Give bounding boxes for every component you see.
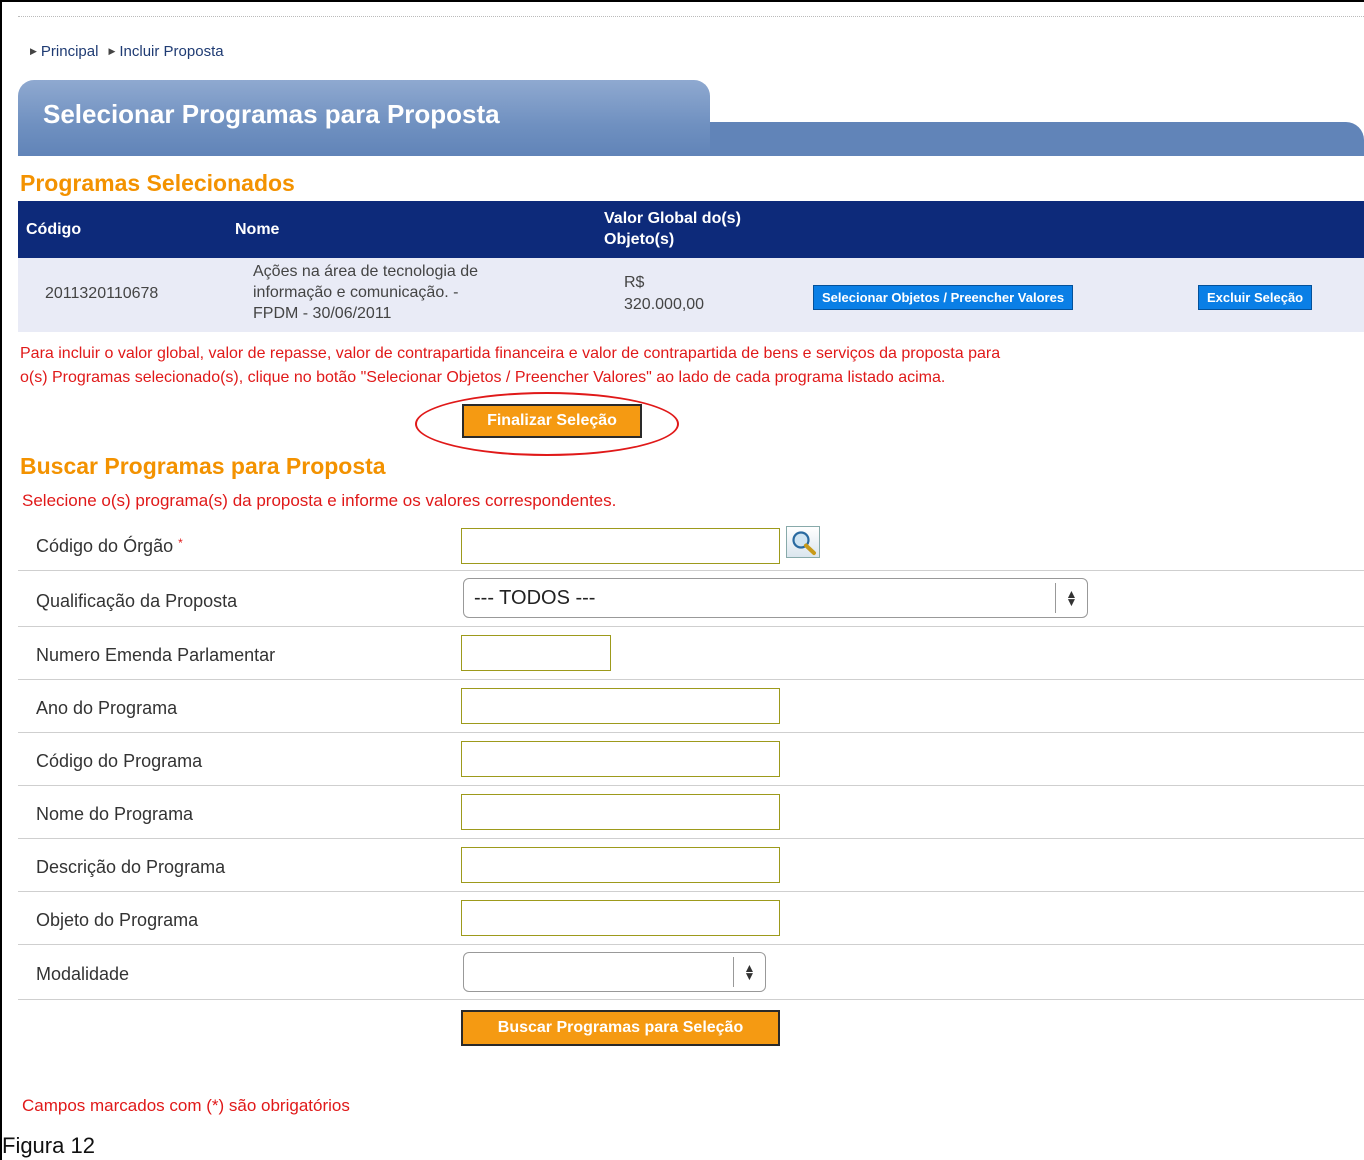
header-valor-2: Objeto(s) xyxy=(604,231,675,248)
label-descricao: Descrição do Programa xyxy=(36,857,226,877)
row-valor: R$ 320.000,00 xyxy=(624,272,704,316)
modalidade-select[interactable]: ▲ ▼ xyxy=(463,952,766,992)
row-nome: Ações na área de tecnologia de informaçã… xyxy=(253,261,478,324)
header-codigo: Código xyxy=(26,221,82,238)
select-arrows-icon: ▲ ▼ xyxy=(733,957,765,987)
label-modalidade: Modalidade xyxy=(36,964,130,984)
label-orgao: Código do Órgão * xyxy=(36,536,183,557)
breadcrumb: ▶ Principal ▶ Incluir Proposta xyxy=(30,43,224,60)
selected-programs-table: Código Nome Valor Global do(s) Objeto(s)… xyxy=(18,201,1364,332)
objeto-input[interactable] xyxy=(461,900,780,936)
qualificacao-value: --- TODOS --- xyxy=(474,586,596,609)
form-row-ano: Ano do Programa xyxy=(18,680,1364,733)
codigo-input[interactable] xyxy=(461,741,780,777)
search-icon[interactable] xyxy=(786,526,820,558)
form-row-nome: Nome do Programa xyxy=(18,786,1364,839)
form-row-modalidade: Modalidade ▲ ▼ xyxy=(18,945,1364,1000)
finalize-selection-button[interactable]: Finalizar Seleção xyxy=(462,404,642,438)
row-valor-line: 320.000,00 xyxy=(624,296,705,313)
label-text: Código do Órgão xyxy=(36,536,174,556)
search-subtitle: Selecione o(s) programa(s) da proposta e… xyxy=(22,491,617,510)
label-emenda: Numero Emenda Parlamentar xyxy=(36,645,276,665)
select-objects-button[interactable]: Selecionar Objetos / Preencher Valores xyxy=(813,285,1074,310)
descricao-input[interactable] xyxy=(461,847,780,883)
search-programs-button[interactable]: Buscar Programas para Seleção xyxy=(461,1010,780,1046)
form-row-descricao: Descrição do Programa xyxy=(18,839,1364,892)
figure-caption: Figura 12 xyxy=(2,1133,95,1158)
required-mark: * xyxy=(178,536,183,550)
search-programs-title: Buscar Programas para Proposta xyxy=(20,453,386,479)
table-row: 2011320110678 Ações na área de tecnologi… xyxy=(18,258,1364,332)
emenda-input[interactable] xyxy=(461,635,611,671)
arrow-right-icon: ▶ xyxy=(108,46,116,56)
arrow-right-icon: ▶ xyxy=(30,46,37,56)
header-nome: Nome xyxy=(235,221,280,238)
row-codigo: 2011320110678 xyxy=(45,285,159,302)
row-nome-line: informação e comunicação. - xyxy=(253,284,459,301)
row-valor-line: R$ xyxy=(624,274,645,291)
form-row-emenda: Numero Emenda Parlamentar xyxy=(18,627,1364,680)
header-valor-1: Valor Global do(s) xyxy=(604,210,741,227)
breadcrumb-label: Principal xyxy=(40,43,99,60)
nome-input[interactable] xyxy=(461,794,780,830)
select-arrows-icon: ▲ ▼ xyxy=(1055,583,1087,613)
label-qualificacao: Qualificação da Proposta xyxy=(36,591,238,611)
page-title: Selecionar Programas para Proposta xyxy=(43,99,500,129)
top-divider xyxy=(18,16,1364,17)
label-ano: Ano do Programa xyxy=(36,698,178,718)
label-objeto: Objeto do Programa xyxy=(36,910,199,930)
orgao-input[interactable] xyxy=(461,528,780,564)
required-fields-note: Campos marcados com (*) são obrigatórios xyxy=(22,1096,350,1115)
info-line-2: o(s) Programas selecionado(s), clique no… xyxy=(20,369,946,386)
form-row-orgao: Código do Órgão * xyxy=(18,518,1364,571)
selected-programs-title: Programas Selecionados xyxy=(20,170,295,196)
row-nome-line: Ações na área de tecnologia de xyxy=(253,263,479,280)
breadcrumb-incluir-proposta[interactable]: ▶ Incluir Proposta xyxy=(108,43,223,60)
breadcrumb-principal[interactable]: ▶ Principal xyxy=(30,43,98,60)
qualificacao-select[interactable]: --- TODOS --- ▲ ▼ xyxy=(463,578,1088,618)
info-line-1: Para incluir o valor global, valor de re… xyxy=(20,345,1001,362)
delete-selection-button[interactable]: Excluir Seleção xyxy=(1198,285,1313,310)
ano-input[interactable] xyxy=(461,688,780,724)
row-nome-line: FPDM - 30/06/2011 xyxy=(253,305,392,322)
form-row-qualificacao: Qualificação da Proposta --- TODOS --- ▲… xyxy=(18,571,1364,627)
form-row-codigo: Código do Programa xyxy=(18,733,1364,786)
form-row-objeto: Objeto do Programa xyxy=(18,892,1364,945)
breadcrumb-label: Incluir Proposta xyxy=(119,43,224,60)
label-codigo: Código do Programa xyxy=(36,751,203,771)
label-nome: Nome do Programa xyxy=(36,804,194,824)
table-header: Código Nome Valor Global do(s) Objeto(s) xyxy=(18,201,1364,258)
